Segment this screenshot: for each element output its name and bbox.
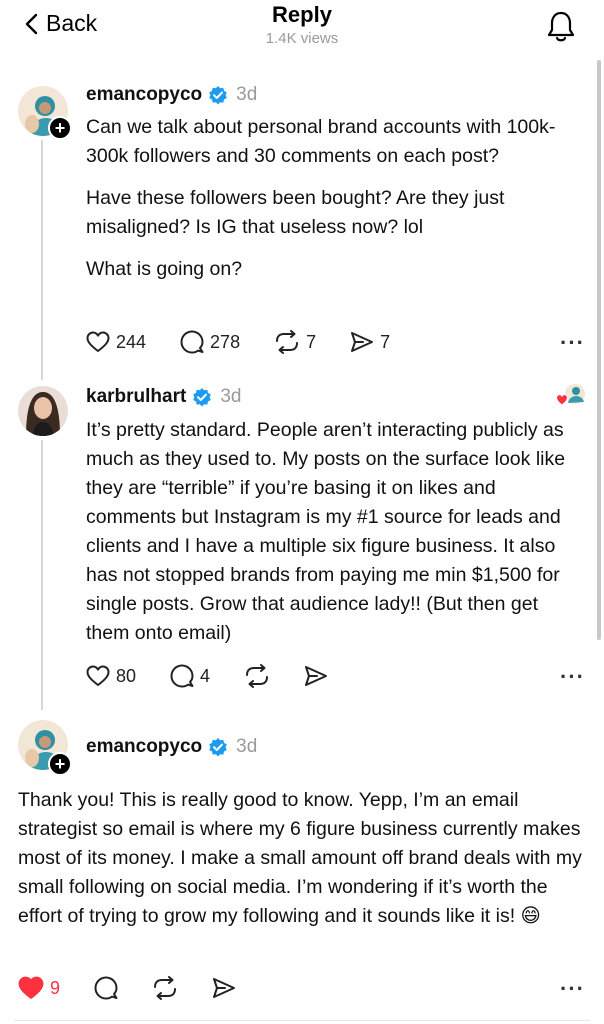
heart-icon — [86, 665, 110, 686]
follow-plus-icon[interactable]: + — [48, 752, 72, 776]
views-count: 1.4K views — [265, 30, 339, 47]
post-body: Can we talk about personal brand account… — [86, 113, 566, 284]
username[interactable]: emancopyco — [86, 736, 202, 758]
share-button[interactable] — [212, 977, 236, 999]
heart-icon — [86, 331, 110, 352]
notifications-button[interactable] — [546, 10, 576, 49]
like-button[interactable]: 244 — [86, 331, 146, 353]
repost-icon — [246, 664, 269, 688]
share-icon — [305, 666, 328, 686]
post-header: emancopyco 3d — [86, 84, 257, 106]
avatar-image — [18, 386, 68, 436]
post-actions: 9 — [18, 976, 236, 1000]
share-button[interactable] — [304, 665, 328, 687]
post-body: Thank you! This is really good to know. … — [18, 789, 582, 927]
username[interactable]: karbrulhart — [86, 386, 186, 408]
liked-by-author-icon — [555, 384, 585, 406]
post-body: It’s pretty standard. People aren’t inte… — [86, 419, 566, 644]
like-button[interactable]: 9 — [18, 976, 60, 1000]
repost-icon — [276, 330, 299, 354]
repost-button[interactable] — [244, 664, 270, 688]
verified-icon — [209, 738, 227, 757]
comment-icon — [180, 330, 204, 354]
comment-icon — [170, 664, 194, 688]
username[interactable]: emancopyco — [86, 84, 202, 106]
heart-icon — [18, 976, 44, 999]
comment-button[interactable]: 278 — [180, 330, 240, 354]
title-block: Reply 1.4K views — [0, 2, 604, 47]
scrollbar-thumb[interactable] — [597, 60, 601, 640]
like-button[interactable]: 80 — [86, 665, 136, 687]
like-count: 9 — [50, 977, 61, 998]
share-button[interactable]: 7 — [350, 331, 390, 353]
post-header: karbrulhart 3d — [86, 386, 241, 408]
repost-icon — [154, 976, 177, 1000]
comment-button[interactable] — [94, 976, 118, 1000]
comment-button[interactable]: 4 — [170, 664, 210, 688]
post-actions: 244 278 7 7 — [86, 330, 390, 354]
share-icon — [213, 978, 236, 998]
bell-icon — [547, 11, 575, 42]
repost-count: 7 — [306, 331, 317, 352]
post-time: 3d — [236, 84, 258, 105]
share-icon — [351, 332, 374, 352]
verified-icon — [209, 86, 227, 105]
post-time: 3d — [220, 386, 242, 407]
verified-icon — [193, 388, 212, 407]
like-count: 80 — [116, 665, 137, 686]
post-paragraph: Have these followers been bought? Are th… — [86, 187, 505, 238]
post-time: 3d — [236, 736, 258, 757]
comment-count: 4 — [200, 665, 211, 686]
page-title: Reply — [272, 2, 332, 27]
post-actions: 80 4 — [86, 664, 328, 688]
post-paragraph: Can we talk about personal brand account… — [86, 116, 556, 167]
like-count: 244 — [116, 331, 147, 352]
more-icon[interactable]: ··· — [560, 664, 585, 690]
liked-by-author-badge — [555, 383, 586, 409]
avatar[interactable] — [18, 386, 68, 436]
more-icon[interactable]: ··· — [560, 330, 585, 356]
more-icon[interactable]: ··· — [560, 976, 585, 1002]
follow-plus-icon[interactable]: + — [48, 116, 72, 140]
divider — [14, 1020, 590, 1021]
thread-line — [41, 140, 43, 380]
comment-icon — [94, 976, 118, 1000]
post-paragraph: What is going on? — [86, 258, 243, 280]
scrollbar[interactable] — [596, 60, 602, 640]
post-header: emancopyco 3d — [86, 736, 257, 758]
share-count: 7 — [380, 331, 391, 352]
top-bar: Back Reply 1.4K views — [0, 0, 604, 56]
thread-line — [41, 440, 43, 710]
comment-count: 278 — [210, 331, 241, 352]
repost-button[interactable]: 7 — [274, 330, 316, 354]
repost-button[interactable] — [152, 976, 178, 1000]
